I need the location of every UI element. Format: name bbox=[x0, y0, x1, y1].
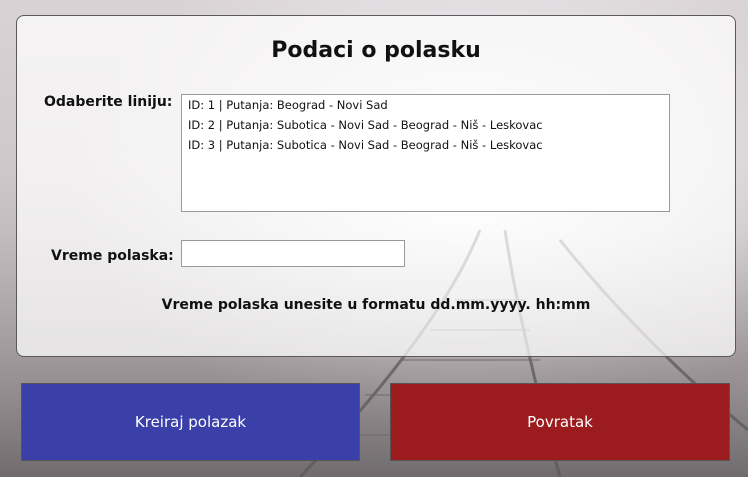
departure-time-label: Vreme polaska: bbox=[51, 248, 174, 264]
list-item[interactable]: ID: 1 | Putanja: Beograd - Novi Sad bbox=[182, 95, 669, 115]
line-select-label: Odaberite liniju: bbox=[44, 94, 173, 110]
list-item[interactable]: ID: 2 | Putanja: Subotica - Novi Sad - B… bbox=[182, 115, 669, 135]
line-listbox[interactable]: ID: 1 | Putanja: Beograd - Novi Sad ID: … bbox=[181, 94, 670, 212]
back-button[interactable]: Povratak bbox=[390, 383, 730, 461]
time-format-hint: Vreme polaska unesite u formatu dd.mm.yy… bbox=[161, 297, 591, 313]
list-item[interactable]: ID: 3 | Putanja: Subotica - Novi Sad - B… bbox=[182, 135, 669, 155]
create-departure-button[interactable]: Kreiraj polazak bbox=[21, 383, 360, 461]
page-title: Podaci o polasku bbox=[271, 38, 481, 63]
departure-form-panel: Podaci o polasku Odaberite liniju: ID: 1… bbox=[16, 15, 736, 357]
departure-time-input[interactable] bbox=[181, 240, 405, 267]
